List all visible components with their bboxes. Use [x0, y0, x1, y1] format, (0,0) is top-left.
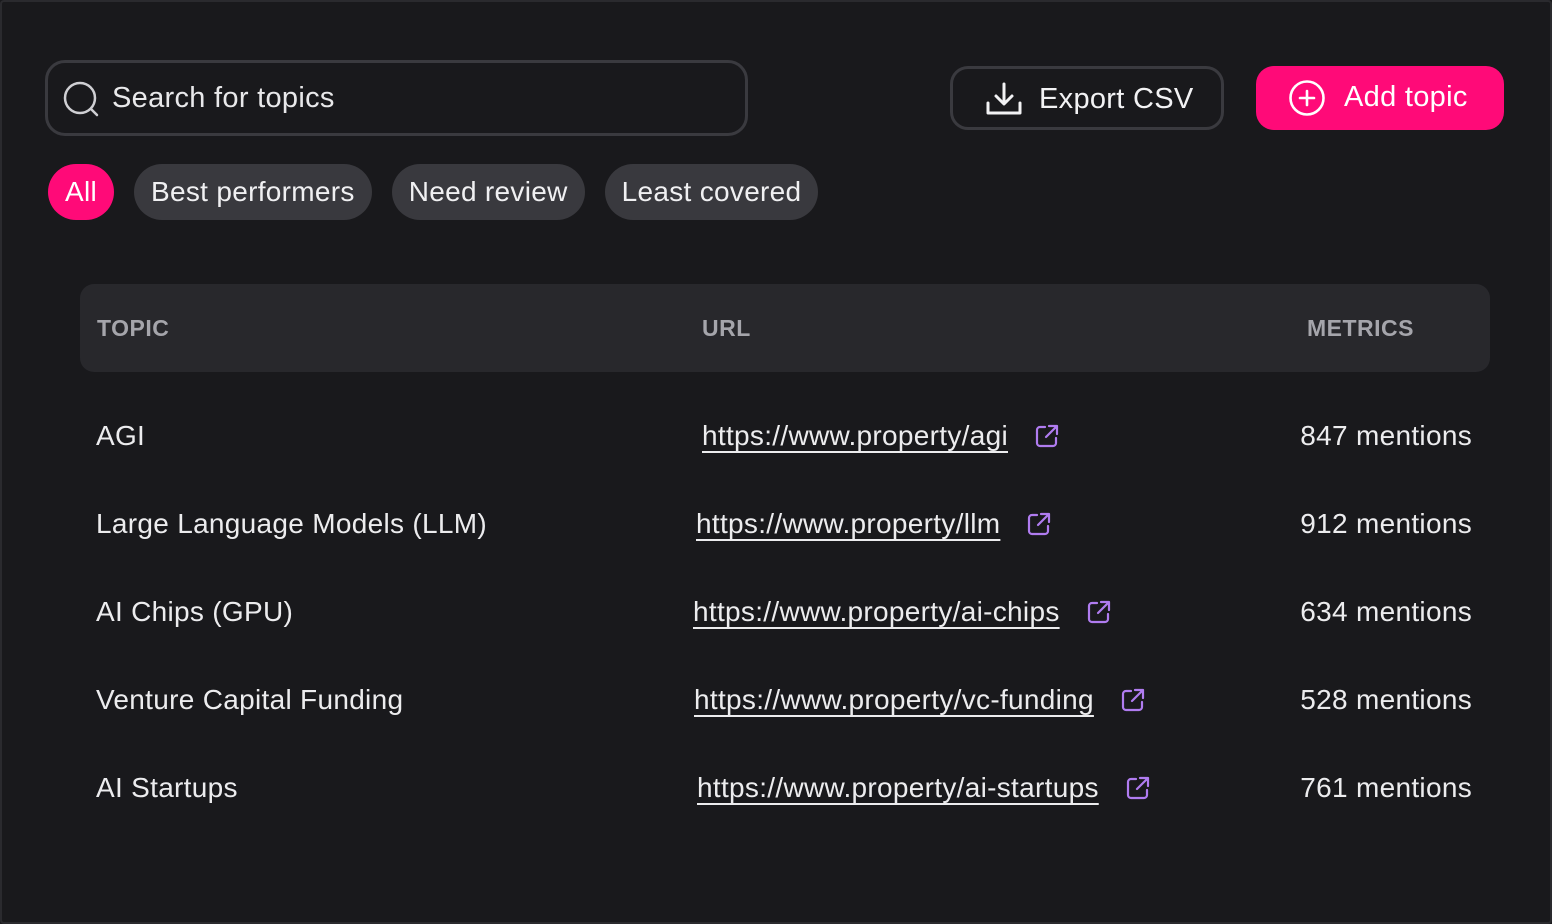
topic-metric: 912 mentions	[1300, 508, 1472, 539]
search-input[interactable]	[112, 77, 732, 119]
topic-url-text: https://www.property/llm	[696, 508, 1001, 539]
download-icon	[986, 82, 1022, 115]
table-row: AI Startups https://www.property/ai-star…	[80, 740, 1490, 828]
topic-metric: 761 mentions	[1300, 772, 1472, 803]
topic-metric: 634 mentions	[1300, 596, 1472, 627]
topic-url-text: https://www.property/ai-startups	[697, 772, 1099, 803]
column-header-topic: TOPIC	[97, 315, 170, 341]
table-row: AGI https://www.property/agi 847 mention…	[80, 388, 1490, 476]
table-row: Venture Capital Funding https://www.prop…	[80, 652, 1490, 740]
topic-url-text: https://www.property/ai-chips	[693, 596, 1060, 627]
add-topic-label: Add topic	[1344, 81, 1468, 113]
filter-chip-need-review[interactable]: Need review	[391, 164, 585, 220]
table-header: TOPIC URL METRICS	[80, 284, 1490, 372]
external-link-icon[interactable]	[1120, 687, 1146, 713]
topic-metric: 847 mentions	[1300, 420, 1472, 451]
search-icon	[63, 81, 99, 117]
topic-url-link[interactable]: https://www.property/ai-chips	[693, 596, 1112, 628]
filter-chip-all[interactable]: All	[48, 164, 115, 220]
topic-name: Venture Capital Funding	[96, 684, 404, 715]
plus-circle-icon	[1289, 80, 1325, 116]
export-csv-label: Export CSV	[1039, 83, 1194, 115]
external-link-icon[interactable]	[1034, 423, 1060, 449]
topic-name: AGI	[96, 420, 146, 451]
topic-name: AI Startups	[96, 772, 238, 803]
topic-url-link[interactable]: https://www.property/vc-funding	[694, 684, 1146, 716]
external-link-icon[interactable]	[1026, 511, 1052, 537]
topic-name: Large Language Models (LLM)	[96, 508, 488, 539]
search-box[interactable]	[45, 60, 748, 136]
topic-url-text: https://www.property/agi	[702, 420, 1008, 451]
filter-chip-least-covered[interactable]: Least covered	[604, 164, 819, 220]
add-topic-button[interactable]: Add topic	[1256, 66, 1504, 130]
topic-url-link[interactable]: https://www.property/agi	[702, 420, 1060, 452]
filter-chips: All Best performers Need review Least co…	[48, 164, 819, 220]
external-link-icon[interactable]	[1125, 775, 1151, 801]
topic-url-link[interactable]: https://www.property/ai-startups	[697, 772, 1151, 804]
topic-name: AI Chips (GPU)	[96, 596, 294, 627]
table-row: Large Language Models (LLM) https://www.…	[80, 476, 1490, 564]
external-link-icon[interactable]	[1086, 599, 1112, 625]
table-row: AI Chips (GPU) https://www.property/ai-c…	[80, 564, 1490, 652]
filter-chip-best-performers[interactable]: Best performers	[134, 164, 372, 220]
topic-url-link[interactable]: https://www.property/llm	[696, 508, 1052, 540]
column-header-metrics: METRICS	[1307, 315, 1414, 341]
column-header-url: URL	[702, 315, 751, 341]
topic-metric: 528 mentions	[1300, 684, 1472, 715]
export-csv-button[interactable]: Export CSV	[950, 66, 1224, 130]
topic-url-text: https://www.property/vc-funding	[694, 684, 1094, 715]
